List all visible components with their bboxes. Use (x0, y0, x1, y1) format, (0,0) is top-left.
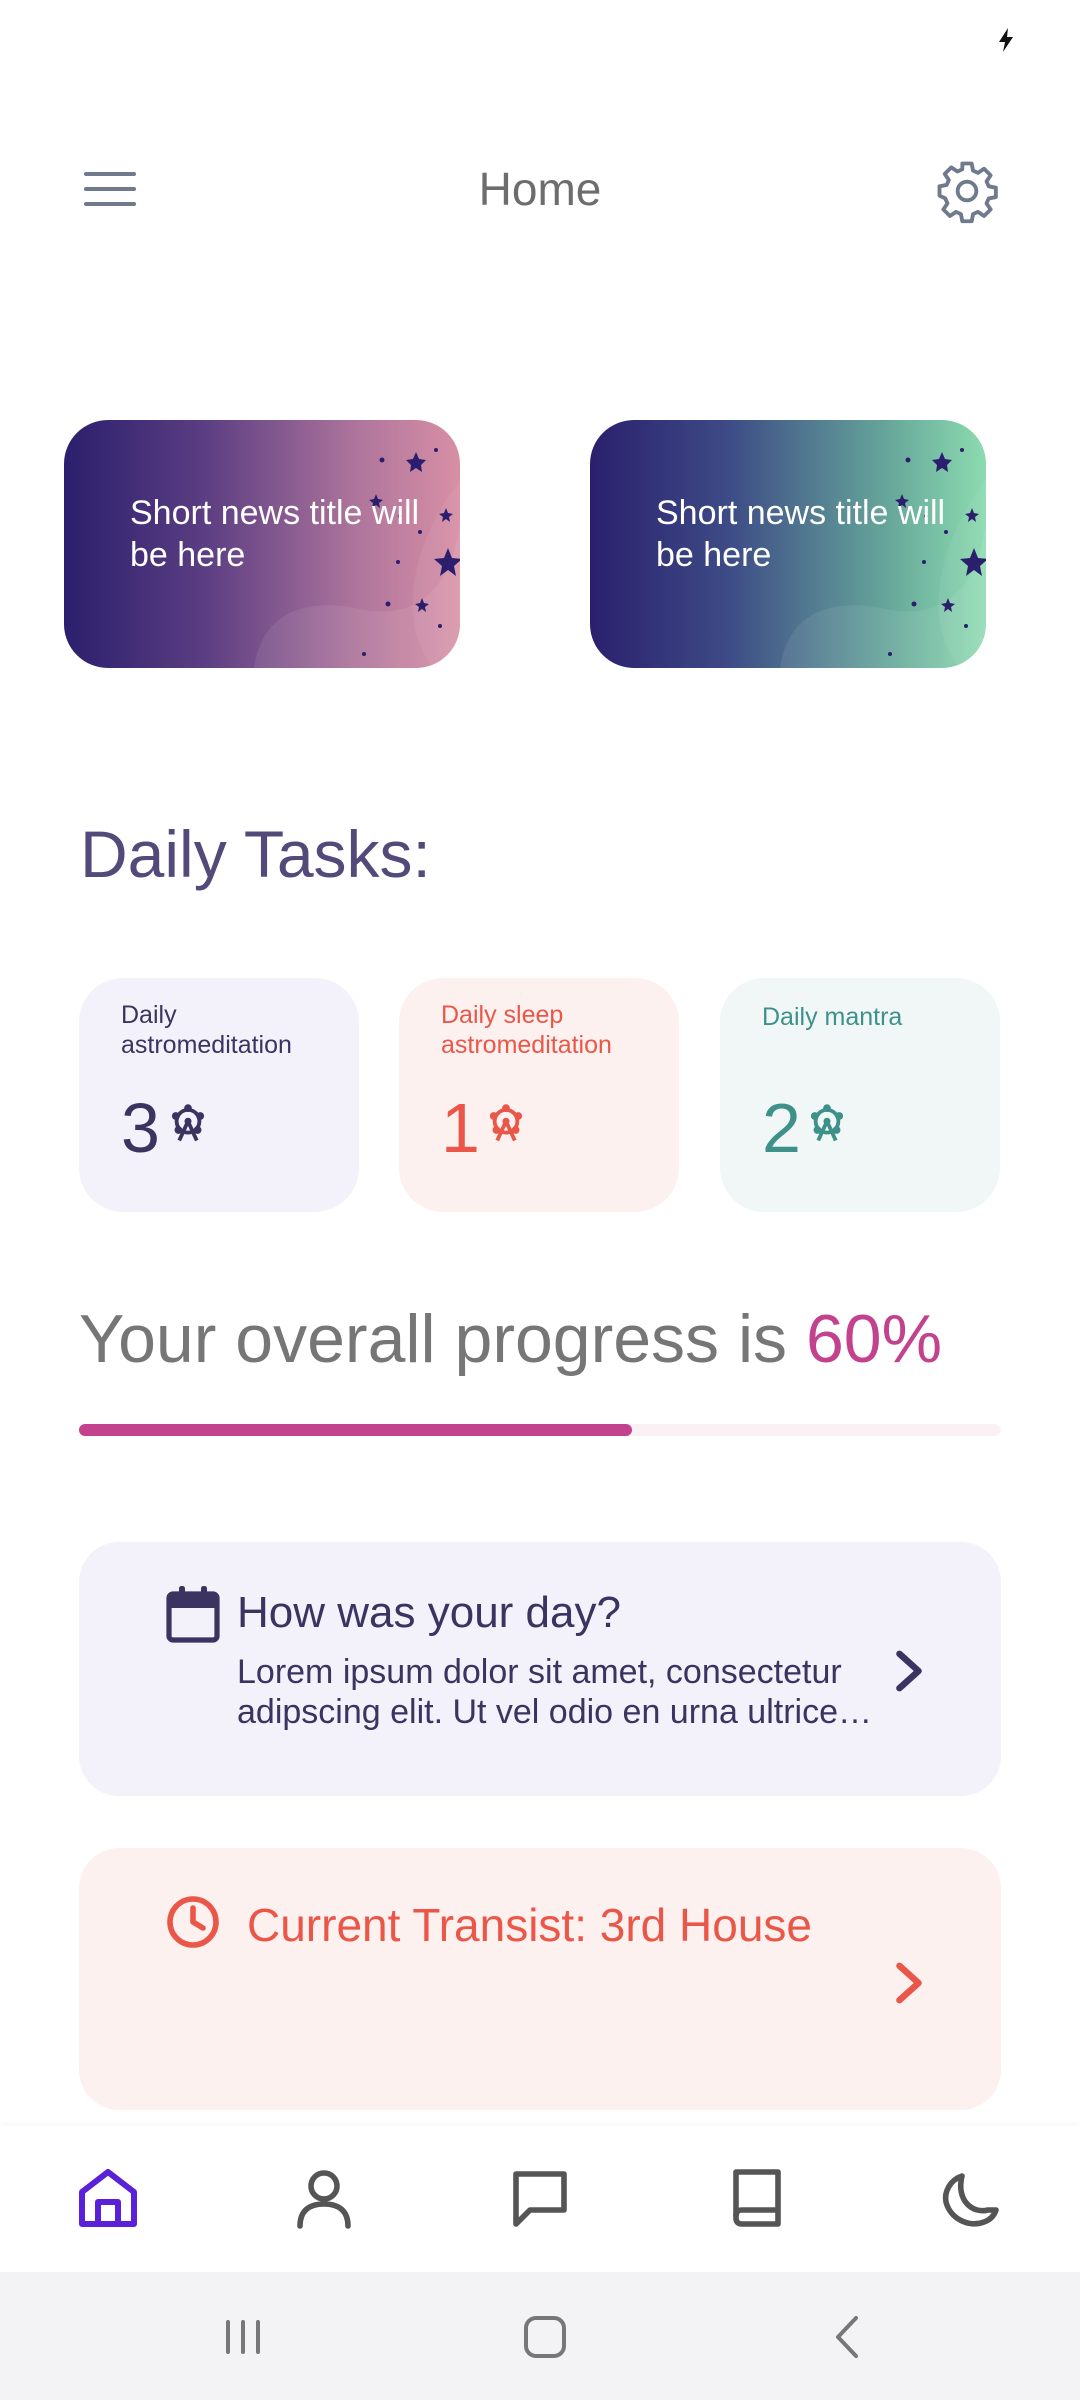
ferris-wheel-icon (489, 1104, 523, 1142)
task-count: 2 (762, 1089, 801, 1167)
task-card-daily-astromeditation[interactable]: Daily astromeditation 3 (79, 978, 359, 1212)
task-card-daily-sleep-astromeditation[interactable]: Daily sleep astromeditation 1 (399, 978, 679, 1212)
moon-icon (942, 2173, 999, 2227)
news-card[interactable]: Short news title will be here (64, 420, 460, 668)
bolt-icon (999, 28, 1013, 52)
journal-text: Lorem ipsum dolor sit amet, consectetur … (237, 1653, 872, 1731)
progress-value: 60% (805, 1301, 943, 1377)
task-label: Daily sleep astromeditation (441, 1001, 612, 1059)
recent-apps-icon[interactable] (218, 2312, 268, 2362)
task-label: Daily mantra (762, 1003, 903, 1031)
news-title: Short news title will be here (656, 494, 946, 574)
ferris-wheel-icon (171, 1104, 205, 1142)
calendar-icon (166, 1586, 220, 1643)
task-count: 1 (441, 1089, 480, 1167)
back-icon[interactable] (824, 2312, 874, 2362)
journal-title: How was your day? (237, 1588, 621, 1637)
status-bar (0, 0, 1080, 80)
how-was-your-day-card[interactable]: How was your day? Lorem ipsum dolor sit … (79, 1542, 1001, 1796)
nav-night[interactable] (938, 2164, 1006, 2232)
user-icon (297, 2170, 351, 2229)
page-title: Home (478, 163, 602, 215)
home-circle-icon[interactable] (520, 2312, 570, 2362)
progress-label: Your overall progress is (79, 1301, 788, 1377)
news-title: Short news title will be here (130, 494, 420, 574)
chevron-right-icon (896, 1962, 922, 2004)
nav-chat[interactable] (506, 2164, 574, 2232)
nav-library[interactable] (722, 2164, 790, 2232)
current-transit-card[interactable]: Current Transist: 3rd House (79, 1848, 1001, 2110)
nav-profile[interactable] (290, 2164, 358, 2232)
news-card[interactable]: Short news title will be here (590, 420, 986, 668)
top-app-bar: Home (0, 140, 1080, 240)
daily-tasks-heading: Daily Tasks: (80, 817, 431, 891)
task-count: 3 (121, 1089, 160, 1167)
progress-bar-fill (79, 1424, 633, 1436)
home-icon (79, 2169, 137, 2227)
chat-bubble-icon (513, 2171, 567, 2227)
task-label: Daily astromeditation (121, 1001, 292, 1059)
task-card-daily-mantra[interactable]: Daily mantra 2 (720, 978, 1000, 1212)
progress-bar (79, 1424, 1001, 1436)
chevron-right-icon (896, 1650, 922, 1692)
ferris-wheel-icon (810, 1104, 844, 1142)
bottom-navigation (0, 2126, 1080, 2272)
clock-icon (167, 1896, 219, 1948)
gear-icon[interactable] (934, 158, 1000, 224)
transit-title: Current Transist: 3rd House (247, 1899, 813, 1951)
book-icon (733, 2169, 781, 2227)
progress-summary: Your overall progress is 60% (79, 1300, 942, 1378)
nav-home[interactable] (74, 2164, 142, 2232)
system-navigation-bar (0, 2272, 1080, 2400)
